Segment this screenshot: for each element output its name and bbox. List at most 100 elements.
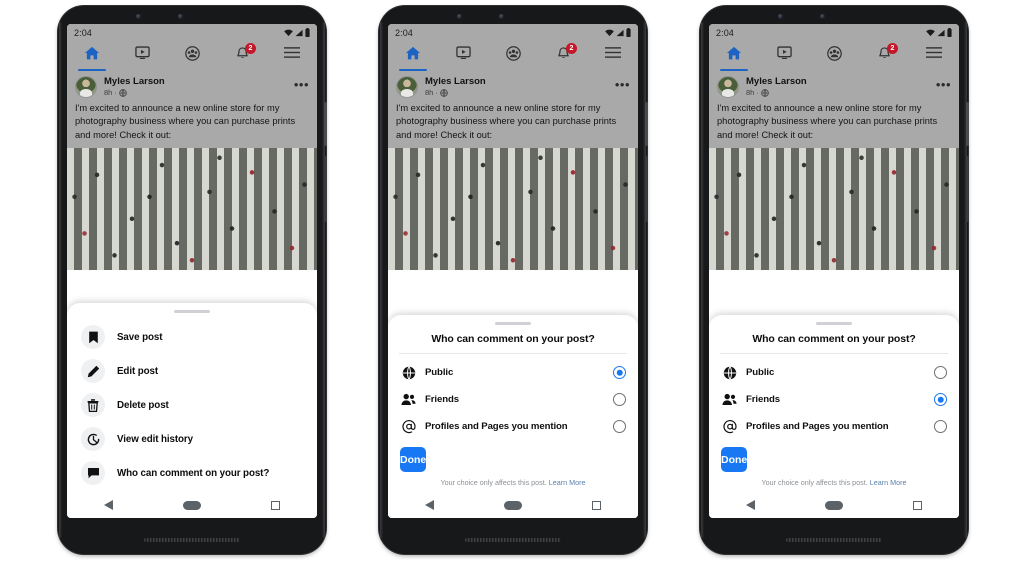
volume-button[interactable] [966, 156, 969, 222]
nav-notifications[interactable]: 2 [225, 43, 259, 71]
groups-icon [184, 46, 200, 61]
option-public[interactable]: Public [388, 359, 638, 386]
option-profiles-and-pages-you-mention[interactable]: Profiles and Pages you mention [388, 413, 638, 440]
learn-more-link[interactable]: Learn More [870, 478, 907, 487]
post-options-list: Save post Edit post Delete post View edi… [67, 315, 317, 492]
notification-badge: 2 [245, 43, 256, 54]
done-button[interactable]: Done [400, 447, 427, 472]
post-author-name[interactable]: Myles Larson [104, 76, 165, 88]
power-button[interactable] [966, 102, 969, 146]
comment-audience-dialog: Who can comment on your post? Public Fri… [709, 315, 959, 518]
front-sensor-icon [499, 14, 504, 19]
post-author-name[interactable]: Myles Larson [425, 76, 486, 88]
sheet-drag-handle[interactable] [816, 322, 852, 325]
done-button[interactable]: Done [721, 447, 748, 472]
option-friends[interactable]: Friends [388, 386, 638, 413]
menu-item-who-can-comment[interactable]: Who can comment on your post? [67, 456, 317, 490]
nav-groups[interactable] [817, 45, 851, 71]
sheet-drag-handle[interactable] [495, 322, 531, 325]
option-friends[interactable]: Friends [709, 386, 959, 413]
menu-item-save-post[interactable]: Save post [67, 320, 317, 354]
nav-watch[interactable] [767, 45, 801, 71]
nav-home[interactable] [717, 45, 751, 71]
post-photo[interactable] [388, 147, 638, 270]
front-camera-icon [778, 14, 783, 19]
post-more-options-button[interactable]: ••• [936, 78, 951, 94]
menu-item-label: View edit history [117, 433, 193, 445]
nav-active-underline [78, 69, 106, 71]
feed-post: Myles Larson 8h · ••• I'm excited to ann… [709, 71, 959, 270]
post-identity: Myles Larson 8h · [746, 76, 807, 97]
avatar[interactable] [396, 76, 418, 98]
nav-notifications[interactable]: 2 [546, 43, 580, 71]
menu-item-delete-post[interactable]: Delete post [67, 388, 317, 422]
menu-item-label: Edit post [117, 365, 159, 377]
post-timestamp: 8h [425, 87, 434, 97]
android-home-button[interactable] [496, 500, 530, 510]
menu-item-edit-post[interactable]: Edit post [67, 354, 317, 388]
nav-menu[interactable] [917, 45, 951, 71]
crosswalk-pedestrians [388, 147, 638, 270]
people-icon [722, 392, 737, 407]
option-public[interactable]: Public [709, 359, 959, 386]
android-recents-button[interactable] [579, 500, 613, 510]
radio-friends[interactable] [613, 393, 626, 406]
android-back-button[interactable] [413, 500, 447, 510]
post-options-sheet: Save post Edit post Delete post View edi… [67, 303, 317, 518]
post-more-options-button[interactable]: ••• [294, 78, 309, 94]
android-back-button[interactable] [92, 500, 126, 510]
radio-friends[interactable] [934, 393, 947, 406]
post-photo[interactable] [67, 147, 317, 270]
post-author-name[interactable]: Myles Larson [746, 76, 807, 88]
post-header: Myles Larson 8h · ••• [709, 71, 959, 100]
sheet-drag-handle[interactable] [174, 310, 210, 313]
facebook-nav-bar: 2 [67, 41, 317, 71]
nav-home[interactable] [75, 45, 109, 71]
dialog-title: Who can comment on your post? [752, 333, 916, 345]
nav-home[interactable] [396, 45, 430, 71]
radio-public[interactable] [934, 366, 947, 379]
crosswalk-pedestrians [67, 147, 317, 270]
dialog-title: Who can comment on your post? [431, 333, 595, 345]
post-meta-separator: · [756, 87, 759, 97]
screenshot-canvas: 2:04 2 Myles Larson 8h · ••• I'm excited… [0, 0, 1024, 577]
volume-button[interactable] [324, 156, 327, 222]
android-back-button[interactable] [734, 500, 768, 510]
radio-profiles-and-pages[interactable] [934, 420, 947, 433]
post-photo[interactable] [709, 147, 959, 270]
android-home-button[interactable] [817, 500, 851, 510]
power-button[interactable] [645, 102, 648, 146]
post-header: Myles Larson 8h · ••• [388, 71, 638, 100]
nav-menu[interactable] [596, 45, 630, 71]
nav-watch[interactable] [125, 45, 159, 71]
status-icons [605, 28, 631, 37]
nav-notifications[interactable]: 2 [867, 43, 901, 71]
android-home-button[interactable] [175, 500, 209, 510]
avatar[interactable] [717, 76, 739, 98]
radio-profiles-and-pages[interactable] [613, 420, 626, 433]
volume-button[interactable] [645, 156, 648, 222]
option-label: Profiles and Pages you mention [746, 421, 889, 432]
history-clock-icon [81, 427, 105, 451]
home-pill-icon [824, 500, 843, 510]
nav-menu[interactable] [275, 45, 309, 71]
android-recents-button[interactable] [258, 500, 292, 510]
menu-item-view-edit-history[interactable]: View edit history [67, 422, 317, 456]
option-label: Friends [425, 394, 459, 405]
globe-icon [440, 89, 448, 97]
nav-groups[interactable] [496, 45, 530, 71]
option-profiles-and-pages-you-mention[interactable]: Profiles and Pages you mention [709, 413, 959, 440]
nav-active-underline [720, 69, 748, 71]
nav-watch[interactable] [446, 45, 480, 71]
radio-public[interactable] [613, 366, 626, 379]
avatar[interactable] [75, 76, 97, 98]
power-button[interactable] [324, 102, 327, 146]
battery-icon [947, 28, 952, 37]
android-recents-button[interactable] [900, 500, 934, 510]
post-timestamp: 8h [746, 87, 755, 97]
globe-icon [119, 89, 127, 97]
post-more-options-button[interactable]: ••• [615, 78, 630, 94]
learn-more-link[interactable]: Learn More [549, 478, 586, 487]
post-meta-separator: · [435, 87, 438, 97]
nav-groups[interactable] [175, 45, 209, 71]
